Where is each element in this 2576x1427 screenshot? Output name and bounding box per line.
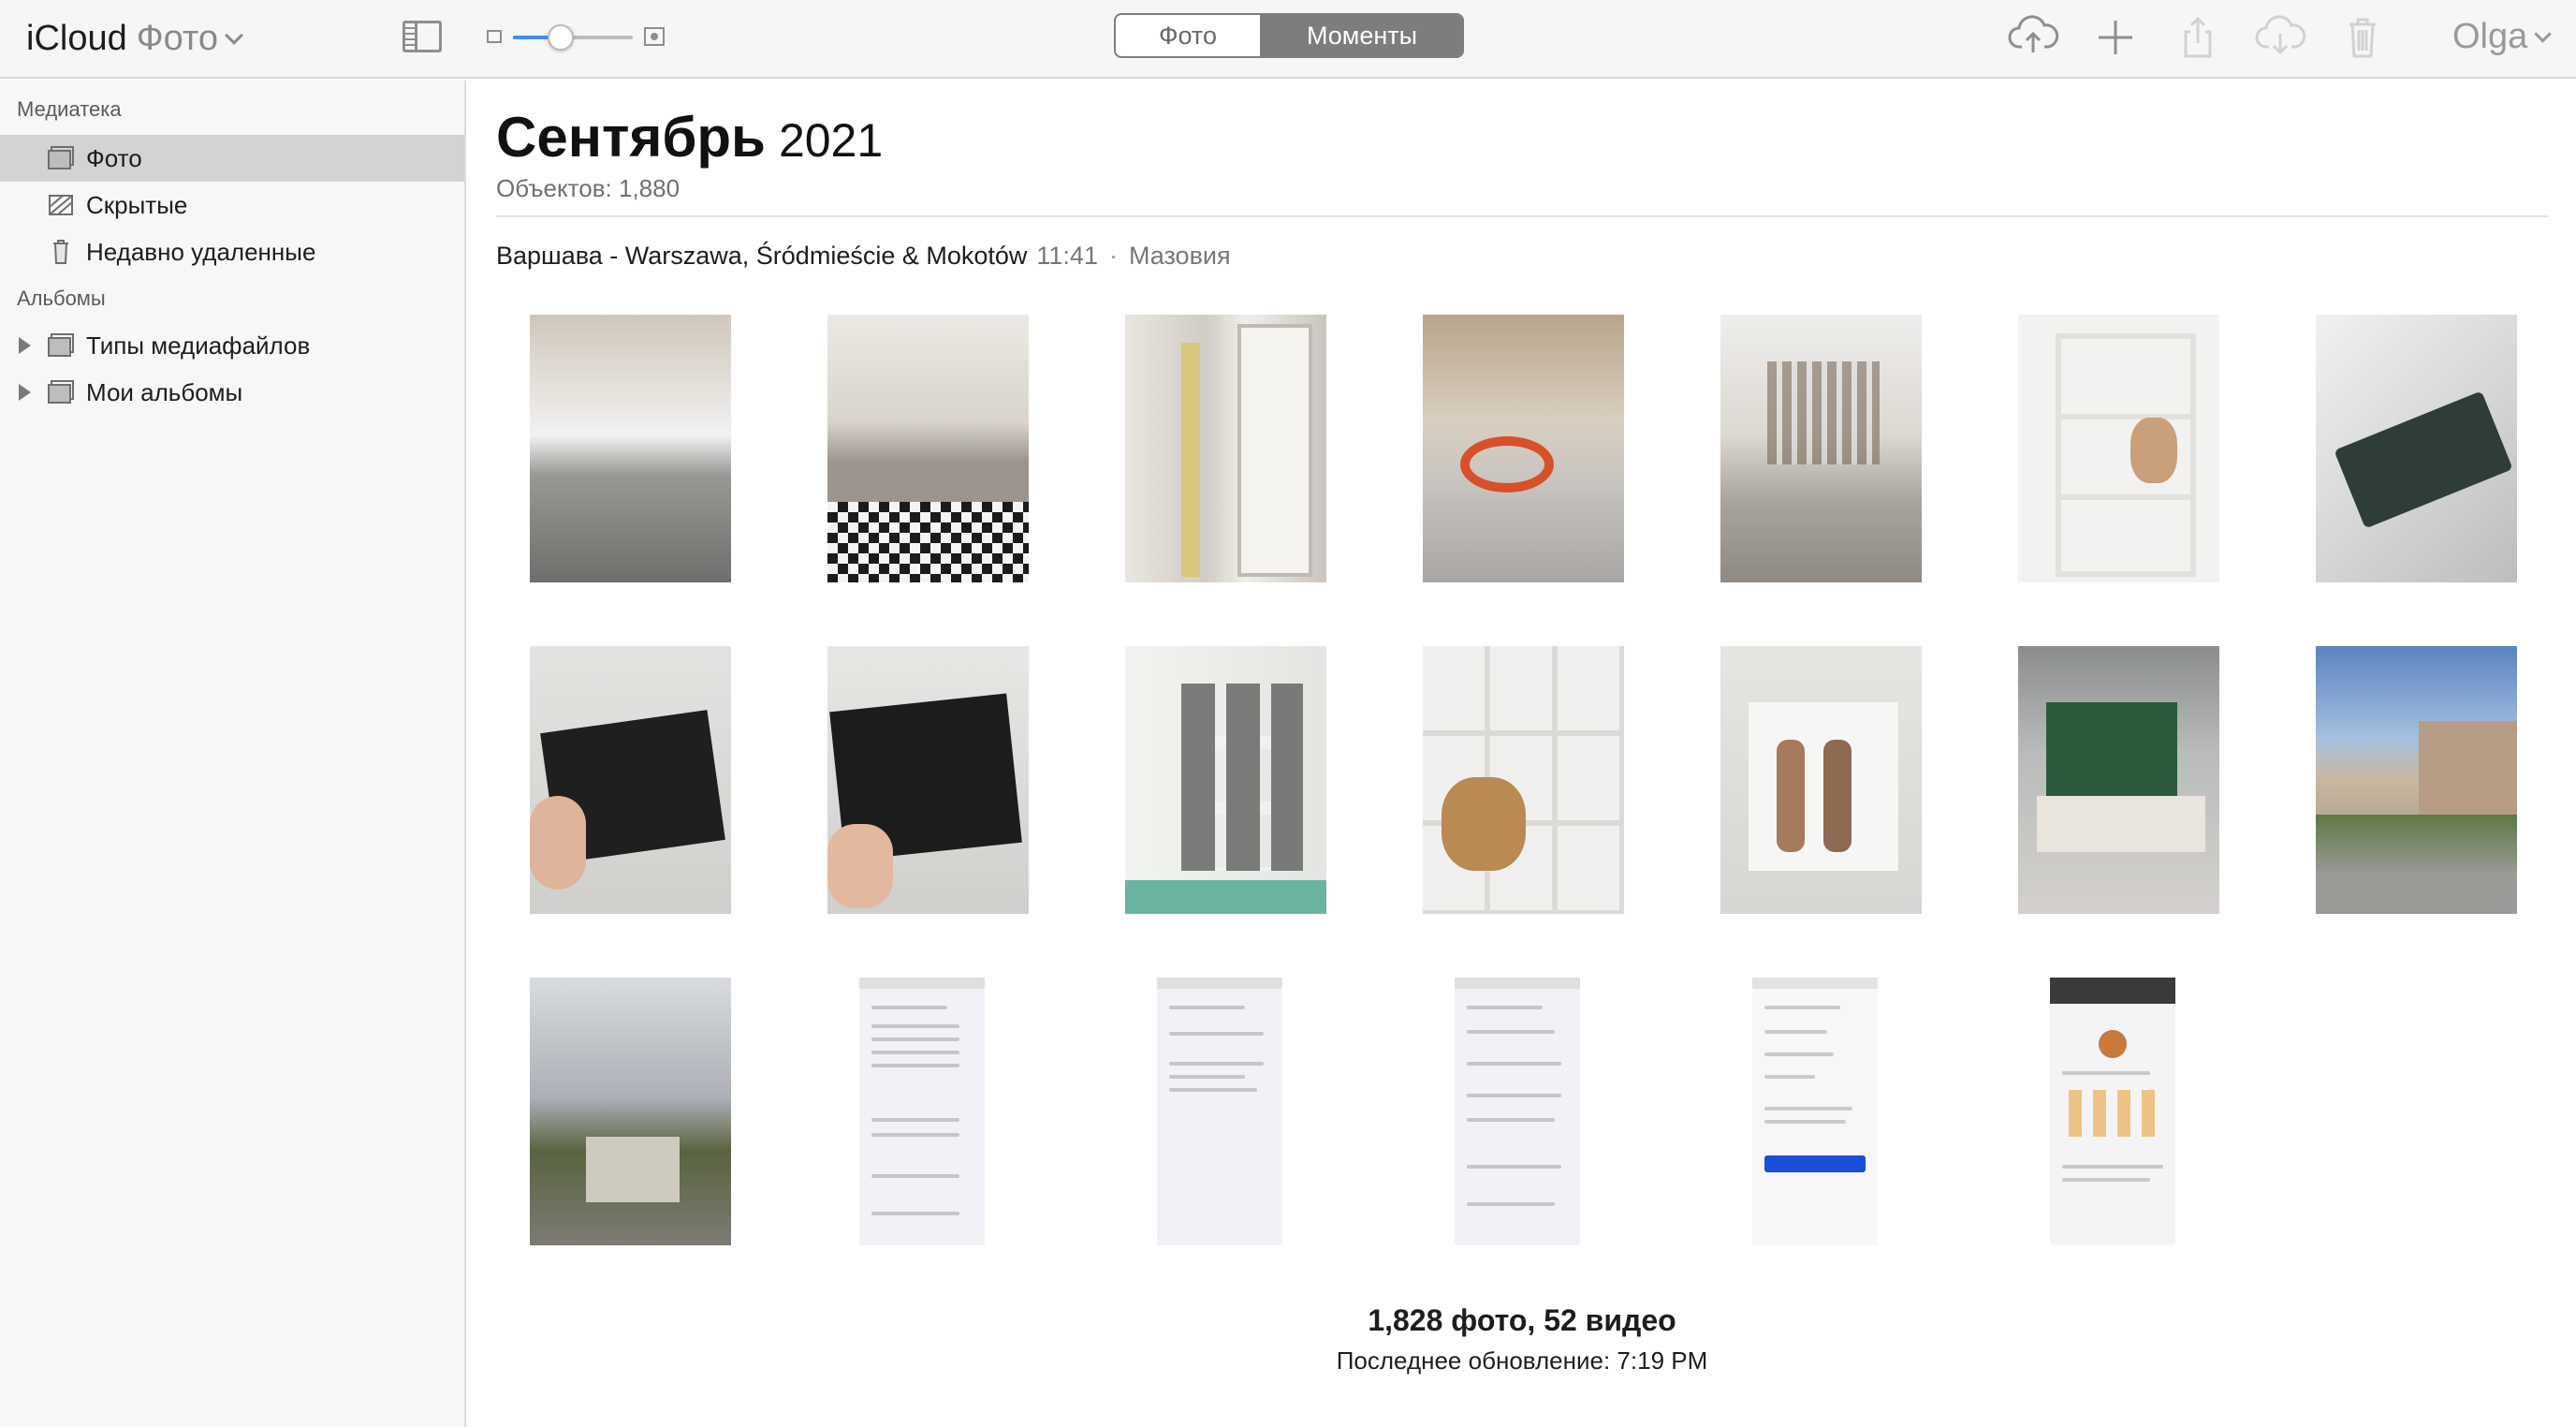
sidebar-item-media-types[interactable]: Типы медиафайлов	[0, 322, 464, 369]
screenshot-thumbnail[interactable]	[859, 978, 985, 1245]
photo-thumbnail[interactable]	[827, 315, 1029, 582]
photo-thumbnail[interactable]	[2018, 315, 2219, 582]
screenshot-thumbnail[interactable]	[2050, 978, 2175, 1245]
moment-header[interactable]: Варшава - Warszawa, Śródmieście & Mokotó…	[496, 242, 1231, 271]
hidden-icon	[49, 195, 73, 215]
user-name: Olga	[2452, 17, 2528, 56]
photo-thumbnail[interactable]	[827, 646, 1029, 914]
photo-thumbnail[interactable]	[2018, 646, 2219, 914]
screenshot-thumbnail[interactable]	[1752, 978, 1878, 1245]
location-name: Варшава - Warszawa, Śródmieście & Mokotó…	[496, 242, 1028, 270]
screenshot-thumbnail[interactable]	[1455, 978, 1580, 1245]
sidebar-item-label: Фото	[86, 144, 142, 172]
zoom-slider-knob[interactable]	[548, 24, 575, 51]
segment-photos[interactable]: Фото	[1116, 15, 1262, 56]
month-label: Сентябрь	[496, 106, 766, 169]
page-title: Сентябрь 2021	[496, 105, 883, 173]
disclosure-triangle-icon[interactable]	[19, 337, 31, 354]
zoom-out-icon[interactable]	[487, 30, 502, 43]
user-menu[interactable]: Olga	[2452, 17, 2552, 57]
sidebar-item-photos[interactable]: Фото	[0, 135, 464, 182]
last-updated: Последнее обновление: 7:19 PM	[1336, 1346, 1708, 1375]
folder-icon	[48, 333, 74, 357]
sidebar-item-label: Типы медиафайлов	[86, 331, 311, 360]
chevron-down-icon	[2534, 25, 2552, 43]
photo-thumbnail[interactable]	[1720, 646, 1922, 914]
upload-icon[interactable]	[2007, 11, 2059, 64]
view-segmented-control: Фото Моменты	[1114, 13, 1464, 58]
disclosure-triangle-icon[interactable]	[19, 384, 31, 401]
segment-moments[interactable]: Моменты	[1262, 15, 1462, 56]
screenshot-thumbnail[interactable]	[1157, 978, 1282, 1245]
photo-thumbnail[interactable]	[1125, 315, 1326, 582]
photo-thumbnail[interactable]	[2316, 315, 2517, 582]
photo-thumbnail[interactable]	[1423, 646, 1624, 914]
photo-thumbnail[interactable]	[1720, 315, 1922, 582]
sidebar-item-label: Мои альбомы	[86, 378, 243, 406]
sidebar-item-label: Недавно удаленные	[86, 238, 316, 266]
sidebar-item-label: Скрытые	[86, 191, 188, 219]
moment-region: Мазовия	[1128, 242, 1231, 270]
sidebar-item-my-albums[interactable]: Мои альбомы	[0, 369, 464, 416]
divider	[496, 215, 2548, 217]
share-icon[interactable]	[2172, 11, 2224, 64]
trash-icon[interactable]	[2336, 11, 2389, 64]
add-icon[interactable]	[2089, 11, 2142, 64]
app-switcher[interactable]: iCloud Фото	[26, 17, 243, 60]
sidebar: Медиатека Фото Скрытые Недавно удаленные…	[0, 81, 466, 1427]
sidebar-section-albums: Альбомы	[17, 287, 106, 310]
photo-thumbnail[interactable]	[530, 646, 731, 914]
photo-thumbnail[interactable]	[1423, 315, 1624, 582]
moment-time: 11:41	[1036, 242, 1098, 270]
photo-thumbnail[interactable]	[530, 315, 731, 582]
brand-name: iCloud	[26, 19, 127, 58]
app-section-name: Фото	[136, 19, 219, 58]
separator: ·	[1108, 242, 1118, 270]
object-count: Объектов: 1,880	[496, 174, 681, 202]
photo-browser: Сентябрь 2021 Объектов: 1,880 Варшава - W…	[468, 81, 2576, 1427]
zoom-in-icon[interactable]	[644, 27, 665, 46]
library-summary: 1,828 фото, 52 видео	[1368, 1303, 1676, 1337]
sidebar-toggle-icon[interactable]	[402, 21, 442, 52]
download-icon[interactable]	[2254, 11, 2306, 64]
photo-thumbnail[interactable]	[2316, 646, 2517, 914]
photo-thumbnail[interactable]	[530, 978, 731, 1245]
sidebar-item-recently-deleted[interactable]: Недавно удаленные	[0, 228, 464, 275]
trash-icon	[53, 240, 68, 264]
chevron-down-icon	[225, 26, 243, 45]
photo-thumbnail[interactable]	[1125, 646, 1326, 914]
toolbar: iCloud Фото Фото Моменты Olga	[0, 0, 2576, 79]
sidebar-section-library: Медиатека	[17, 97, 122, 121]
folder-icon	[48, 380, 74, 404]
photos-icon	[48, 146, 74, 169]
sidebar-item-hidden[interactable]: Скрытые	[0, 182, 464, 228]
year-label: 2021	[778, 114, 884, 167]
